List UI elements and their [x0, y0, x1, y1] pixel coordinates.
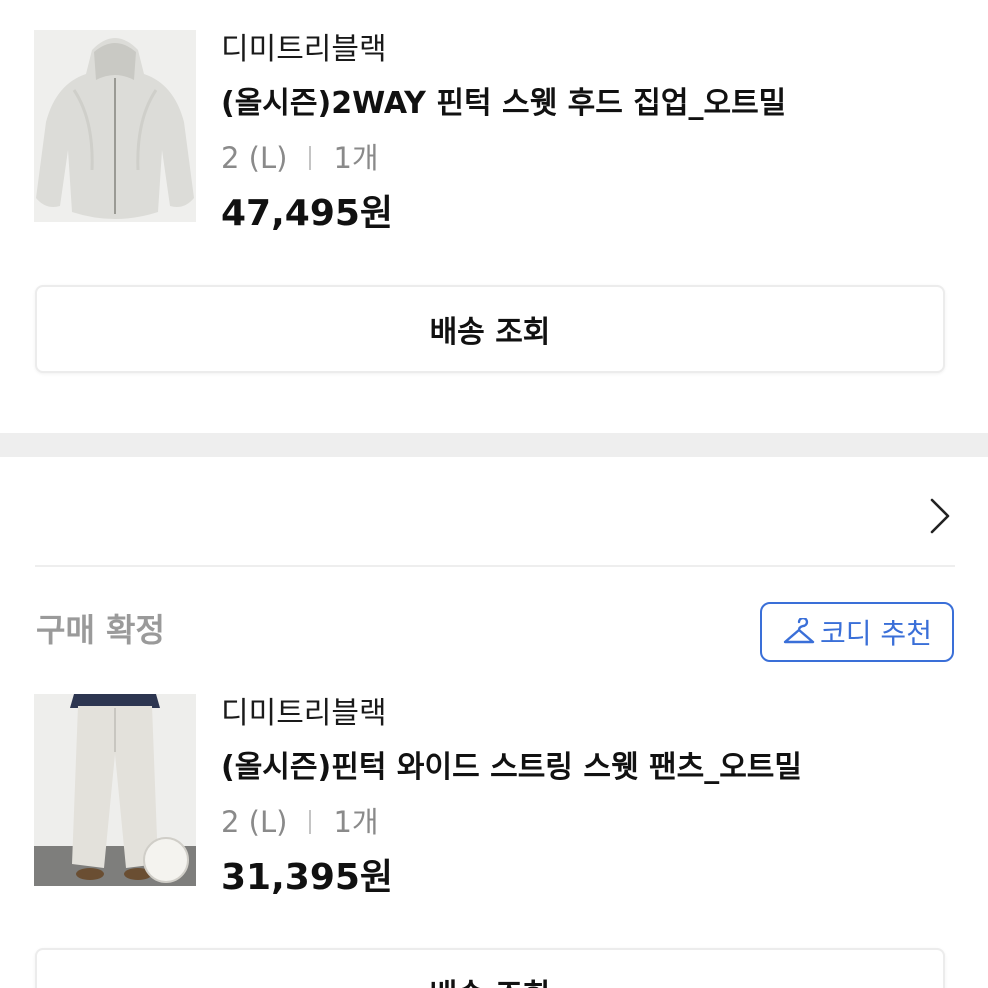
track-delivery-button[interactable]: 배송 조회	[35, 285, 945, 373]
pants-image	[34, 694, 196, 886]
price: 47,495원	[221, 193, 394, 234]
size-option: 2 (L)	[221, 141, 288, 175]
order-item-pants[interactable]: 디미트리블랙 (올시즌)핀턱 와이드 스트링 스웻 팬츠_오트밀 2 (L) 1…	[34, 694, 954, 898]
product-image-hoodie[interactable]	[34, 30, 196, 222]
quantity: 1개	[333, 805, 379, 839]
chevron-right-icon[interactable]	[922, 494, 956, 538]
size-option: 2 (L)	[221, 805, 288, 839]
hanger-icon	[783, 618, 815, 644]
order-status: 구매 확정	[36, 611, 165, 649]
hoodie-image	[34, 30, 196, 222]
price: 31,395원	[221, 857, 394, 898]
brand-name[interactable]: 디미트리블랙	[221, 30, 387, 70]
option-separator	[309, 146, 312, 170]
product-name[interactable]: (올시즌)2WAY 핀턱 스웻 후드 집업_오트밀	[221, 84, 786, 124]
track-delivery-button[interactable]: 배송 조회	[35, 948, 945, 988]
product-name[interactable]: (올시즌)핀턱 와이드 스트링 스웻 팬츠_오트밀	[221, 748, 802, 788]
order-item-hoodie[interactable]: 디미트리블랙 (올시즌)2WAY 핀턱 스웻 후드 집업_오트밀 2 (L) 1…	[34, 30, 954, 234]
option-row: 2 (L) 1개	[221, 802, 379, 842]
brand-name[interactable]: 디미트리블랙	[221, 694, 387, 734]
option-separator	[309, 810, 312, 834]
coordi-label: 코디 추천	[820, 617, 932, 650]
order-history-page: 디미트리블랙 (올시즌)2WAY 핀턱 스웻 후드 집업_오트밀 2 (L) 1…	[0, 0, 988, 988]
quantity: 1개	[333, 141, 379, 175]
option-row: 2 (L) 1개	[221, 138, 379, 178]
section-divider	[0, 433, 988, 457]
product-image-pants[interactable]	[34, 694, 196, 886]
coordi-recommend-button[interactable]: 코디 추천	[760, 602, 954, 662]
header-divider	[35, 565, 955, 567]
